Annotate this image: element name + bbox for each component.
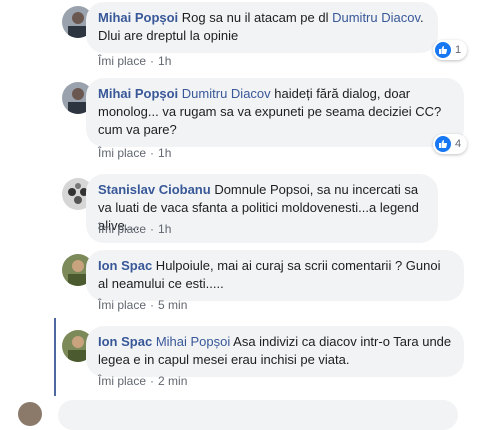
comment-author[interactable]: Mihai Popșoi [98, 86, 178, 101]
comment-author[interactable]: Stanislav Ciobanu [98, 182, 211, 197]
comment-bubble: Mihai Popșoi Rog sa nu il atacam pe dl D… [86, 2, 438, 53]
like-link[interactable]: Îmi place [98, 146, 146, 160]
comment-actions: Îmi place · 5 min [98, 298, 188, 312]
thumbs-up-icon [435, 42, 451, 58]
comment-author[interactable]: Mihai Popșoi [98, 10, 178, 25]
comment-mention[interactable]: Dumitru Diacov [182, 86, 271, 101]
like-link[interactable]: Îmi place [98, 298, 146, 312]
comment-mention[interactable]: Mihai Popșoi [156, 334, 230, 349]
comment-time[interactable]: 2 min [158, 374, 187, 388]
reaction-count: 4 [455, 138, 462, 150]
comment-text: Rog sa nu il atacam pe dl [181, 10, 333, 25]
comment-mention[interactable]: Dumitru Diacov [332, 10, 420, 25]
comment-bubble: Ion Spac Hulpoiule, mai ai curaj sa scri… [86, 250, 464, 301]
comment-actions: Îmi place · 1h [98, 222, 172, 236]
comment-time[interactable]: 1h [158, 146, 171, 160]
comment-actions: Îmi place · 2 min [98, 374, 188, 388]
thumbs-up-icon [435, 136, 451, 152]
like-link[interactable]: Îmi place [98, 54, 146, 68]
reply-thread-line [54, 318, 56, 396]
like-link[interactable]: Îmi place [98, 222, 146, 236]
comment-actions: Îmi place · 1h [98, 54, 172, 68]
comment-time[interactable]: 5 min [158, 298, 187, 312]
comment-time[interactable]: 1h [158, 222, 171, 236]
reaction-count-badge[interactable]: 4 [433, 134, 468, 154]
comment-author[interactable]: Ion Spac [98, 334, 152, 349]
reaction-count: 1 [455, 44, 462, 56]
comment-actions: Îmi place · 1h [98, 146, 172, 160]
comment-author[interactable]: Ion Spac [98, 258, 152, 273]
comment-time[interactable]: 1h [158, 54, 171, 68]
avatar[interactable] [18, 402, 42, 426]
like-link[interactable]: Îmi place [98, 374, 146, 388]
comment-bubble: Ion Spac Mihai Popșoi Asa indivizi ca di… [86, 326, 464, 377]
comment-bubble: Mihai Popșoi Dumitru Diacov haideți fără… [86, 78, 464, 147]
comment-input[interactable] [58, 400, 458, 430]
reaction-count-badge[interactable]: 1 [433, 40, 468, 60]
